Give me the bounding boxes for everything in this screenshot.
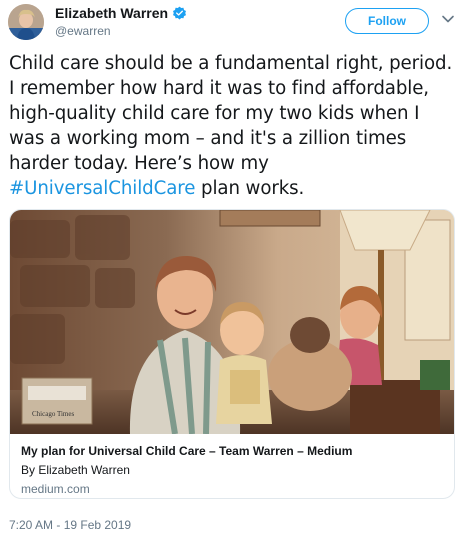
- author-name-row[interactable]: Elizabeth Warren: [55, 5, 187, 21]
- link-preview-card[interactable]: Chicago Times My plan for Universal Chil…: [9, 209, 455, 499]
- tweet-text-end: plan works.: [195, 178, 305, 199]
- tweet-text: Child care should be a fundamental right…: [9, 51, 455, 201]
- tweet-timestamp[interactable]: 7:20 AM - 19 Feb 2019: [9, 518, 131, 532]
- newspaper-text: Chicago Times: [32, 410, 74, 418]
- verified-badge-icon: [172, 6, 187, 21]
- author-handle[interactable]: @ewarren: [55, 24, 111, 38]
- more-options-chevron-icon[interactable]: [441, 12, 455, 26]
- avatar[interactable]: [8, 4, 44, 40]
- tweet: Elizabeth Warren @ewarren Follow Child c…: [0, 0, 461, 538]
- card-byline: By Elizabeth Warren: [21, 463, 130, 477]
- author-display-name[interactable]: Elizabeth Warren: [55, 5, 168, 21]
- hashtag-link[interactable]: #UniversalChildCare: [9, 178, 195, 199]
- card-title[interactable]: My plan for Universal Child Care – Team …: [21, 444, 352, 458]
- tweet-text-body: Child care should be a fundamental right…: [9, 53, 453, 174]
- card-domain: medium.com: [21, 482, 90, 496]
- card-image[interactable]: Chicago Times: [10, 210, 454, 434]
- follow-button[interactable]: Follow: [345, 8, 429, 34]
